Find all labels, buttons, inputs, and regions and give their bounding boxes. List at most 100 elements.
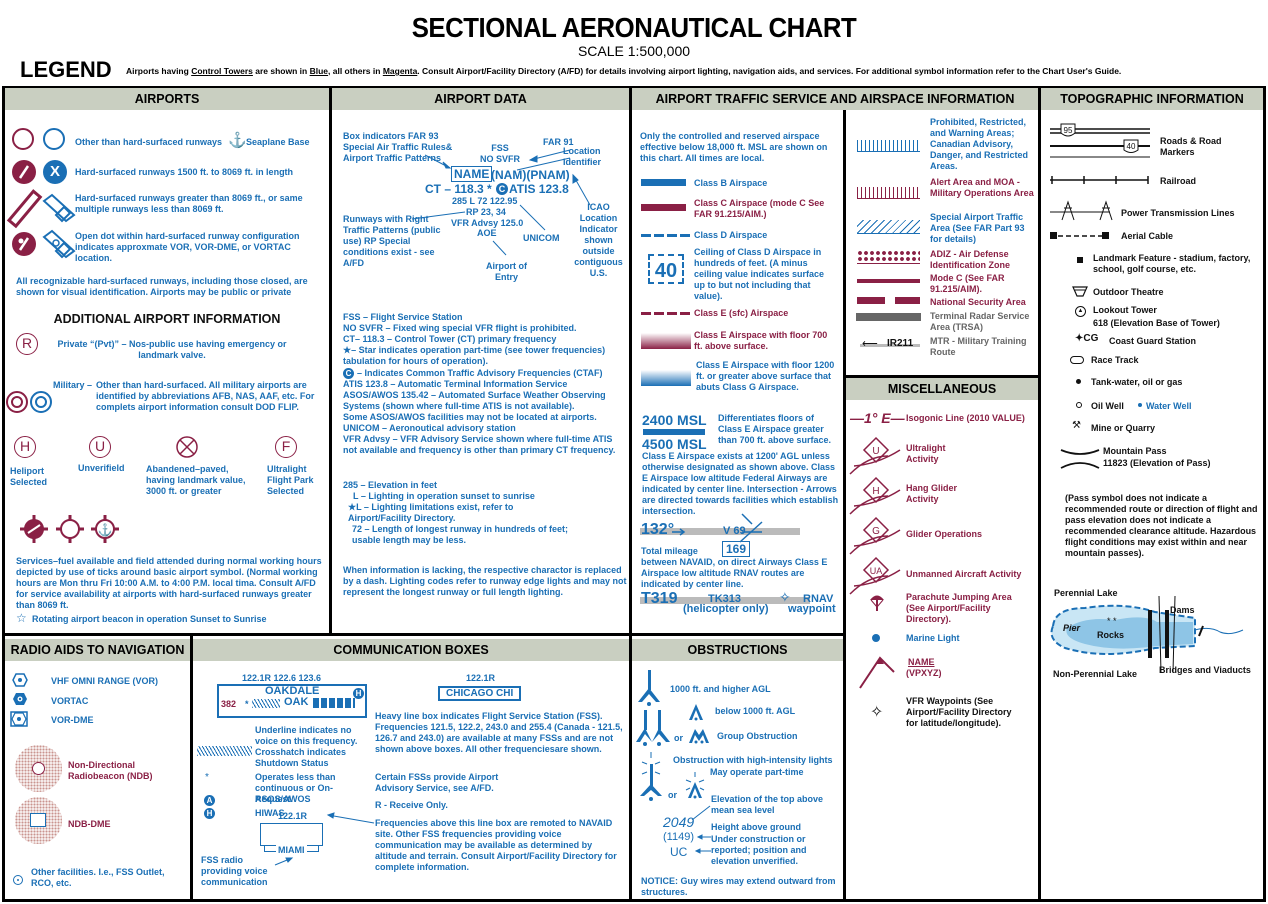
msl-divider: [643, 429, 705, 435]
symbol-letter: U: [872, 446, 879, 457]
obstruction-arrows: [691, 805, 711, 854]
label: Seaplane Base: [246, 137, 310, 147]
desc-line: ★L – Lighting limitations exist, refer t…: [348, 502, 514, 523]
military-blue-icon: [30, 391, 52, 413]
symbol-letter: G: [872, 526, 880, 537]
private-airport-icon: R: [16, 333, 38, 355]
oil-well-icon: [1076, 402, 1082, 408]
mine-icon: ⚒: [1072, 420, 1081, 431]
label: Certain FSSs provide Airport Advisory Se…: [375, 772, 499, 793]
runway-vor-blue-icon: [42, 229, 76, 259]
label: or: [674, 733, 683, 743]
label: Outdoor Theatre: [1093, 287, 1164, 297]
desc-line-wrap: C – Indicates Common Traffic Advisory Fre…: [343, 368, 628, 379]
legend-heading: LEGEND: [20, 57, 112, 82]
label: Mode C (See FAR 91.215/AIM).: [930, 273, 1005, 294]
label: Private “(Pvt)” – Nos-public use having …: [57, 339, 287, 360]
label: Class E (sfc) Airspace: [694, 308, 789, 318]
label: Total mileage: [641, 546, 698, 556]
label: Terminal Radar Service Area (TRSA): [930, 311, 1030, 332]
label: VFR Waypoints (See Airport/Facility Dire…: [906, 696, 1012, 728]
road-marker-40: 40: [1127, 142, 1136, 151]
label: Prohibited, Restricted, and Warning Area…: [930, 117, 1029, 171]
mtr-id: IR211: [887, 338, 914, 349]
ndb-icon: [15, 745, 62, 792]
label: Ultralight Flight Park Selected: [267, 464, 314, 496]
vortac-icon: [13, 693, 27, 705]
star-icon: *: [245, 699, 249, 709]
note-part: Blue: [309, 66, 329, 76]
label: OAK: [284, 696, 309, 708]
airport-nonhard-magenta-icon: [12, 128, 34, 150]
coast-guard-symbol: CG: [1083, 333, 1099, 344]
outdoor-theatre-icon: [1072, 286, 1088, 297]
label: Class E Airspace with floor 1200 ft. or …: [696, 360, 835, 392]
desc-line: 285 – Elevation in feet: [343, 480, 438, 490]
label: Underline indicates no voice on this fre…: [255, 725, 358, 746]
airport-hard-magenta-icon: [12, 160, 36, 184]
label: Glider Operations: [906, 529, 983, 539]
beacon-star-icon: ☆: [16, 611, 27, 625]
obstruction-low-icon: [689, 704, 703, 721]
label: When information is lacking, the respect…: [343, 565, 627, 597]
class-e-700-band: [641, 333, 691, 349]
label: 122.1R: [466, 673, 496, 683]
marine-light-icon: [872, 634, 880, 642]
label: 1000 ft. and higher AGL: [670, 684, 771, 694]
anchor-icon: ⚓: [228, 132, 247, 149]
aerial-cable-symbol: [1050, 232, 1109, 239]
nsa-dash: [857, 297, 885, 304]
elevation-desc: 285 – Elevation in feet L – Lighting in …: [343, 480, 623, 546]
label: Isogonic Line (2010 VALUE): [906, 413, 1025, 423]
airway-course: 132°: [641, 521, 675, 538]
msl-4500: 4500 MSL: [642, 436, 707, 452]
note-part: Magenta: [382, 66, 418, 76]
label: Alert Area and MOA - Military Operations…: [930, 177, 1034, 198]
label: Aerial Cable: [1121, 231, 1174, 241]
airport-vor-magenta-icon: [12, 232, 36, 256]
label: Class E Airspace exists at 1200' AGL unl…: [642, 451, 839, 516]
obstruction-lighted-low-icon: [685, 772, 705, 799]
divider: [843, 110, 846, 902]
water-well-icon: [1138, 403, 1142, 407]
desc-line: Some ASOS/AWOS facilities may not be loc…: [343, 412, 597, 422]
group-obstruction-high-icon: [636, 710, 670, 746]
label: All recognizable hard-surfaced runways, …: [16, 276, 308, 297]
section-header-airports: AIRPORTS: [5, 88, 329, 110]
label: Perennial Lake: [1054, 588, 1118, 598]
airport-nonhard-blue-icon: [43, 128, 65, 150]
uc-value: UC: [670, 845, 688, 859]
services-nonhard-icon: [56, 515, 84, 543]
label: (VPXYZ): [906, 668, 942, 678]
label: Oil Well: [1091, 401, 1124, 411]
parachute-icon: [870, 595, 884, 611]
label: Military –: [53, 380, 93, 390]
label: (Pass symbol does not indicate a recomme…: [1065, 493, 1258, 558]
comm-freqs: 122.1R 122.6 123.6: [242, 673, 322, 683]
label: Railroad: [1160, 176, 1197, 186]
label: NOTICE: Guy wires may extend outward fro…: [641, 876, 836, 897]
msl-2400: 2400 MSL: [642, 412, 707, 428]
label: Heavy line box indicates Flight Service …: [375, 711, 623, 754]
unmanned-aircraft-icon: UA: [849, 556, 901, 595]
vor-icon: [12, 673, 28, 687]
label: Group Obstruction: [717, 731, 798, 741]
ceiling-box: 40: [648, 254, 684, 284]
additional-airport-info-heading: ADDITIONAL AIRPORT INFORMATION: [53, 312, 281, 326]
divider: [629, 633, 845, 636]
obstruction-lighted-high-icon: [640, 752, 662, 801]
legend-note: Airports having Control Towers are shown…: [126, 66, 1121, 76]
label: VHF OMNI RANGE (VOR): [51, 676, 158, 686]
label: Hard-surfaced runways 1500 ft. to 8069 f…: [75, 167, 294, 177]
label: Differentiates floors of Class E Airspac…: [718, 413, 832, 445]
abandoned-airport-icon: [176, 436, 198, 458]
desc-line: CT– 118.3 – Control Tower (CT) primary f…: [343, 334, 557, 344]
desc-line: NO SVFR – Fixed wing special VFR flight …: [343, 323, 577, 333]
divider: [1038, 86, 1041, 902]
ultralight-park-icon: F: [275, 436, 297, 458]
note-part: . Consult Airport/Facility Directory (A/…: [417, 66, 1122, 76]
ctaf-icon: C: [343, 368, 354, 379]
coast-guard-icon: ✦CG: [1075, 333, 1099, 344]
vor-dme-icon: [10, 711, 28, 727]
desc-line: L – Lighting in operation sunset to sunr…: [353, 491, 535, 501]
